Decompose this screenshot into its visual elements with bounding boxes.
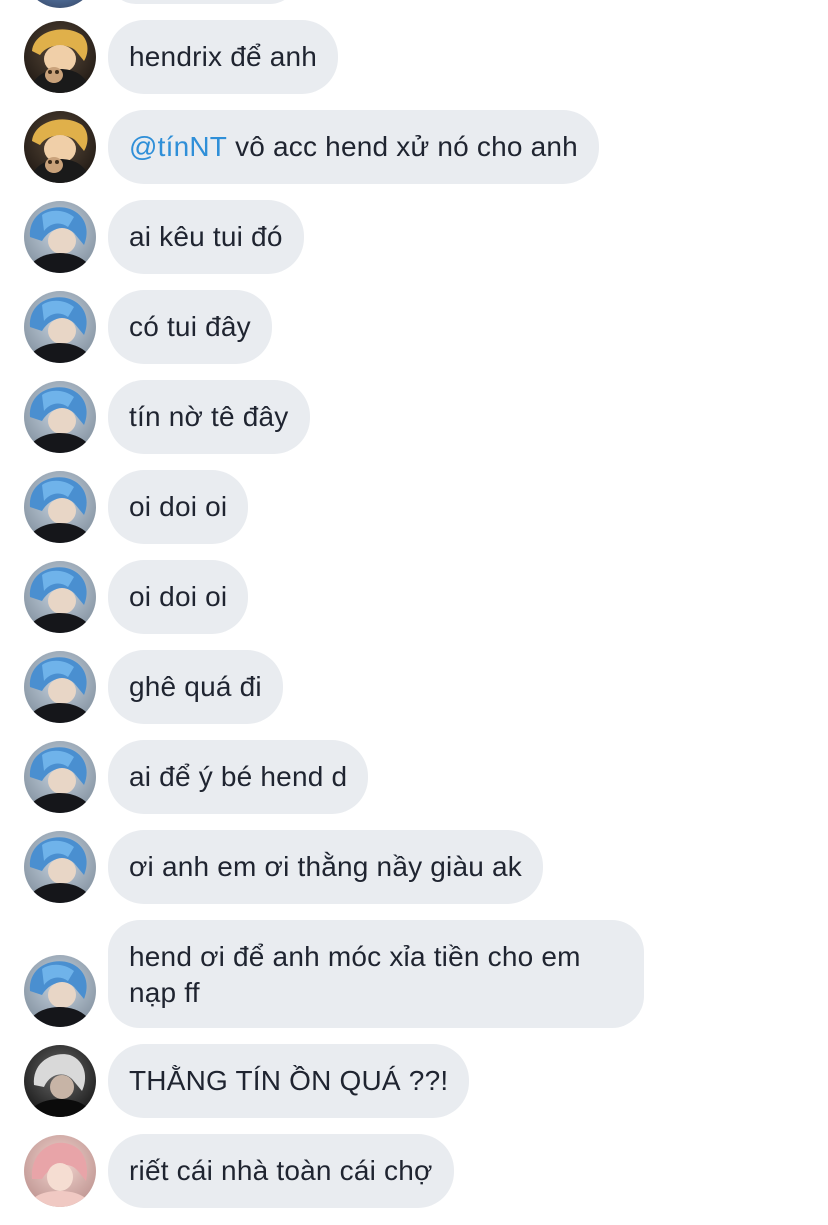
chat-message: ai để ý bé hend d bbox=[0, 740, 828, 814]
avatar-blue-hair[interactable] bbox=[24, 741, 96, 813]
message-bubble[interactable]: THẰNG TÍN ỒN QUÁ ??! bbox=[108, 1044, 470, 1118]
chat-message: riết cái nhà toàn cái chợ bbox=[0, 1134, 828, 1208]
chat-message: hendrix để anh bbox=[0, 20, 828, 94]
message-bubble[interactable] bbox=[108, 0, 298, 4]
avatar-pink-hair[interactable] bbox=[24, 1135, 96, 1207]
message-bubble[interactable]: có tui đây bbox=[108, 290, 272, 364]
message-bubble[interactable]: tín nờ tê đây bbox=[108, 380, 310, 454]
avatar-blue-hair[interactable] bbox=[24, 201, 96, 273]
message-bubble[interactable]: ai kêu tui đó bbox=[108, 200, 304, 274]
avatar-blue-hair[interactable] bbox=[24, 561, 96, 633]
message-bubble[interactable]: hendrix để anh bbox=[108, 20, 339, 94]
avatar-blue-hair[interactable] bbox=[24, 651, 96, 723]
avatar-blue-hair[interactable] bbox=[24, 831, 96, 903]
message-text: hendrix để anh bbox=[129, 41, 318, 72]
chat-message: hend ơi để anh móc xỉa tiền cho em nạp f… bbox=[0, 920, 828, 1028]
chat-message: @tínNT vô acc hend xử nó cho anh bbox=[0, 110, 828, 184]
message-text: tín nờ tê đây bbox=[129, 401, 289, 432]
avatar[interactable] bbox=[24, 0, 96, 8]
chat-message: ơi anh em ơi thằng nầy giàu ak bbox=[0, 830, 828, 904]
chat-message: có tui đây bbox=[0, 290, 828, 364]
message-bubble[interactable]: ơi anh em ơi thằng nầy giàu ak bbox=[108, 830, 543, 904]
message-bubble[interactable]: ghê quá đi bbox=[108, 650, 283, 724]
message-bubble[interactable]: oi doi oi bbox=[108, 560, 249, 634]
chat-message: ai kêu tui đó bbox=[0, 200, 828, 274]
message-bubble[interactable]: oi doi oi bbox=[108, 470, 249, 544]
message-bubble[interactable]: @tínNT vô acc hend xử nó cho anh bbox=[108, 110, 599, 184]
mention-link[interactable]: @tínNT bbox=[129, 131, 227, 163]
message-bubble[interactable]: ai để ý bé hend d bbox=[108, 740, 369, 814]
chat-message: tín nờ tê đây bbox=[0, 380, 828, 454]
avatar-orange-hair[interactable] bbox=[24, 111, 96, 183]
message-text: riết cái nhà toàn cái chợ bbox=[129, 1155, 433, 1186]
previous-message-partial bbox=[0, 0, 828, 8]
message-text: ai kêu tui đó bbox=[129, 221, 283, 252]
chat-message: oi doi oi bbox=[0, 470, 828, 544]
avatar-blue-hair[interactable] bbox=[24, 471, 96, 543]
message-text: oi doi oi bbox=[129, 581, 228, 612]
message-text: có tui đây bbox=[129, 311, 251, 342]
chat-message: THẰNG TÍN ỒN QUÁ ??! bbox=[0, 1044, 828, 1118]
message-bubble[interactable]: hend ơi để anh móc xỉa tiền cho em nạp f… bbox=[108, 920, 644, 1028]
message-text: ghê quá đi bbox=[129, 671, 262, 702]
avatar-blue-hair[interactable] bbox=[24, 955, 96, 1027]
avatar-blue-hair[interactable] bbox=[24, 291, 96, 363]
message-text: ơi anh em ơi thằng nầy giàu ak bbox=[129, 851, 522, 882]
chat-message: oi doi oi bbox=[0, 560, 828, 634]
message-text-line-2: nạp ff bbox=[129, 977, 200, 1008]
avatar-dark-hair[interactable] bbox=[24, 1045, 96, 1117]
chat-message: ghê quá đi bbox=[0, 650, 828, 724]
message-text: THẰNG TÍN ỒN QUÁ ??! bbox=[129, 1065, 449, 1096]
message-text: oi doi oi bbox=[129, 491, 228, 522]
message-bubble[interactable]: riết cái nhà toàn cái chợ bbox=[108, 1134, 454, 1208]
message-text: vô acc hend xử nó cho anh bbox=[227, 131, 578, 162]
message-text-line-1: hend ơi để anh móc xỉa tiền cho em bbox=[129, 941, 581, 972]
avatar-blue-hair[interactable] bbox=[24, 381, 96, 453]
avatar-orange-hair[interactable] bbox=[24, 21, 96, 93]
message-text: ai để ý bé hend d bbox=[129, 761, 348, 792]
